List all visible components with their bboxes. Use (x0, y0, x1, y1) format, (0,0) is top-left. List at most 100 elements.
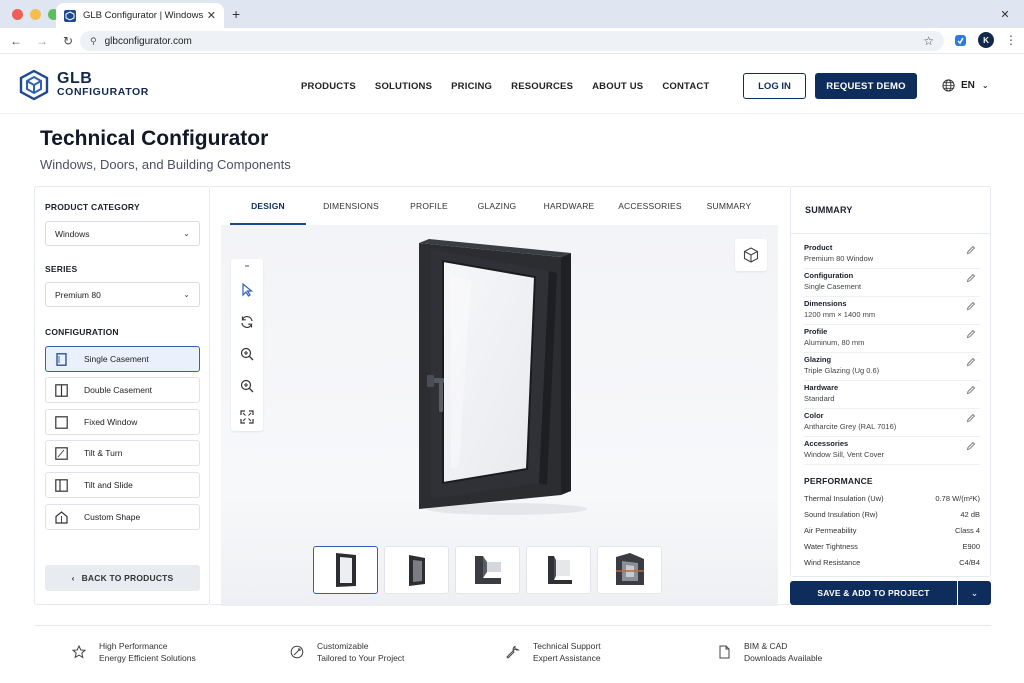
new-tab-button[interactable]: + (232, 6, 240, 22)
configuration-sidebar: PRODUCT CATEGORY Windows ⌄ SERIES Premiu… (34, 186, 210, 605)
language-selector[interactable]: EN ⌄ (942, 79, 989, 92)
performance-value: C4/B4 (959, 558, 980, 567)
summary-key: Accessories (804, 439, 849, 448)
chevron-down-icon: ⌄ (183, 290, 190, 299)
page-title: Technical Configurator (40, 127, 269, 150)
customize-icon (290, 645, 304, 659)
nav-resources[interactable]: RESOURCES (511, 81, 573, 92)
tab-title: GLB Configurator | Windows, Doors (83, 10, 203, 21)
config-option-tilt-slide[interactable]: Tilt and Slide (45, 472, 200, 498)
edit-pencil-icon[interactable] (966, 357, 976, 367)
thumbnail-angle-view[interactable] (384, 546, 449, 594)
zoom-in-icon[interactable] (240, 347, 254, 361)
edit-pencil-icon[interactable] (966, 413, 976, 423)
thumbnail-corner-detail[interactable] (526, 546, 591, 594)
request-demo-button[interactable]: REQUEST DEMO (815, 73, 917, 99)
feature-title: Customizable (317, 641, 369, 651)
summary-row-configuration: Configuration Single Casement (804, 269, 980, 297)
summary-value: Standard (804, 394, 835, 403)
thumbnail-profile-section[interactable] (455, 546, 520, 594)
page-subtitle: Windows, Doors, and Building Components (40, 157, 291, 172)
edit-pencil-icon[interactable] (966, 245, 976, 255)
summary-value: Triple Glazing (Ug 0.6) (804, 366, 880, 375)
feature-title: BIM & CAD (744, 641, 788, 651)
feature-high-performance: High Performance Energy Efficient Soluti… (72, 640, 196, 665)
tab-hardware[interactable]: HARDWARE (532, 187, 606, 225)
summary-value: Window Sill, Vent Cover (804, 450, 885, 459)
nav-products[interactable]: PRODUCTS (301, 81, 356, 92)
logo-text-configurator: CONFIGURATOR (57, 86, 149, 98)
save-options-dropdown[interactable]: ⌄ (958, 581, 991, 605)
tab-summary[interactable]: SUMMARY (694, 187, 764, 225)
double-casement-icon (55, 383, 68, 397)
summary-panel: SUMMARY Product Premium 80 Window Config… (790, 186, 991, 577)
feature-title: Technical Support (533, 641, 601, 651)
edit-pencil-icon[interactable] (966, 441, 976, 451)
config-option-double-casement[interactable]: Double Casement (45, 377, 200, 403)
close-tab-icon[interactable]: ✕ (207, 9, 216, 22)
save-add-to-project-button[interactable]: SAVE & ADD TO PROJECT (790, 581, 957, 605)
logo-text-glb: GLB (57, 70, 93, 87)
config-option-label: Fixed Window (84, 417, 138, 427)
performance-key: Sound Insulation (Rw) (804, 510, 878, 519)
window-close-icon[interactable]: ✕ (996, 5, 1014, 23)
forward-arrow-icon[interactable]: → (32, 34, 52, 48)
performance-key: Water Tightness (804, 542, 858, 551)
nav-solutions[interactable]: SOLUTIONS (375, 81, 432, 92)
back-arrow-icon[interactable]: ← (6, 34, 26, 48)
config-option-fixed-window[interactable]: Fixed Window (45, 409, 200, 435)
tab-dimensions[interactable]: DIMENSIONS (306, 187, 396, 225)
browser-tab-active[interactable]: GLB Configurator | Windows, Doors ✕ (56, 3, 224, 28)
tab-accessories[interactable]: ACCESSORIES (606, 187, 694, 225)
thumbnail-cross-section[interactable] (597, 546, 662, 594)
nav-pricing[interactable]: PRICING (451, 81, 492, 92)
edit-pencil-icon[interactable] (966, 329, 976, 339)
reload-icon[interactable]: ↻ (58, 34, 78, 48)
view-cube-button[interactable] (735, 239, 767, 271)
extension-icon[interactable] (954, 34, 967, 47)
summary-key: Product (804, 243, 833, 252)
3d-cube-icon (743, 247, 759, 263)
rotate-icon[interactable] (240, 315, 254, 329)
nav-about-us[interactable]: ABOUT US (592, 81, 643, 92)
browser-tab-bar: GLB Configurator | Windows, Doors ✕ + ✕ (0, 0, 1024, 28)
performance-row-thermal: Thermal Insulation (Uw) 0.78 W/(m²K) (804, 494, 980, 503)
select-icon[interactable] (240, 283, 254, 297)
summary-key: Dimensions (804, 299, 847, 308)
login-button[interactable]: LOG IN (743, 73, 806, 99)
performance-value: 42 dB (960, 510, 980, 519)
config-option-single-casement[interactable]: Single Casement (45, 346, 200, 372)
browser-menu-icon[interactable]: ⋮ (1005, 33, 1017, 47)
minimize-icon[interactable] (240, 263, 254, 269)
tab-profile[interactable]: PROFILE (396, 187, 462, 225)
thumbnail-front-view[interactable] (313, 546, 378, 594)
close-window-button[interactable] (12, 8, 23, 20)
tab-glazing[interactable]: GLAZING (462, 187, 532, 225)
config-option-custom-shape[interactable]: Custom Shape (45, 504, 200, 530)
series-value: Premium 80 (55, 289, 101, 300)
zoom-out-icon[interactable] (240, 379, 254, 393)
bookmark-star-icon[interactable]: ☆ (923, 34, 934, 48)
nav-contact[interactable]: CONTACT (662, 81, 709, 92)
site-header: GLB CONFIGURATOR PRODUCTS SOLUTIONS PRIC… (0, 56, 1024, 114)
address-bar[interactable]: ⚲ glbconfigurator.com ☆ (80, 31, 944, 51)
profile-section-icon (474, 556, 501, 584)
back-to-products-button[interactable]: ‹ BACK TO PRODUCTS (45, 565, 200, 591)
edit-pencil-icon[interactable] (966, 273, 976, 283)
3d-viewer[interactable] (221, 225, 778, 606)
product-category-select[interactable]: Windows ⌄ (45, 221, 200, 246)
minimize-window-button[interactable] (30, 8, 41, 20)
summary-value: Antharcite Grey (RAL 7016) (804, 422, 897, 431)
config-option-tilt-turn[interactable]: Tilt & Turn (45, 440, 200, 466)
site-info-icon[interactable]: ⚲ (90, 36, 97, 47)
summary-row-hardware: Hardware Standard (804, 381, 980, 409)
fullscreen-icon[interactable] (240, 410, 254, 424)
profile-avatar[interactable]: K (978, 32, 994, 48)
edit-pencil-icon[interactable] (966, 385, 976, 395)
site-logo[interactable]: GLB CONFIGURATOR (18, 69, 149, 101)
tab-design[interactable]: DESIGN (230, 187, 306, 225)
edit-pencil-icon[interactable] (966, 301, 976, 311)
series-select[interactable]: Premium 80 ⌄ (45, 282, 200, 307)
product-category-label: PRODUCT CATEGORY (45, 202, 140, 212)
performance-key: Wind Resistance (804, 558, 861, 567)
